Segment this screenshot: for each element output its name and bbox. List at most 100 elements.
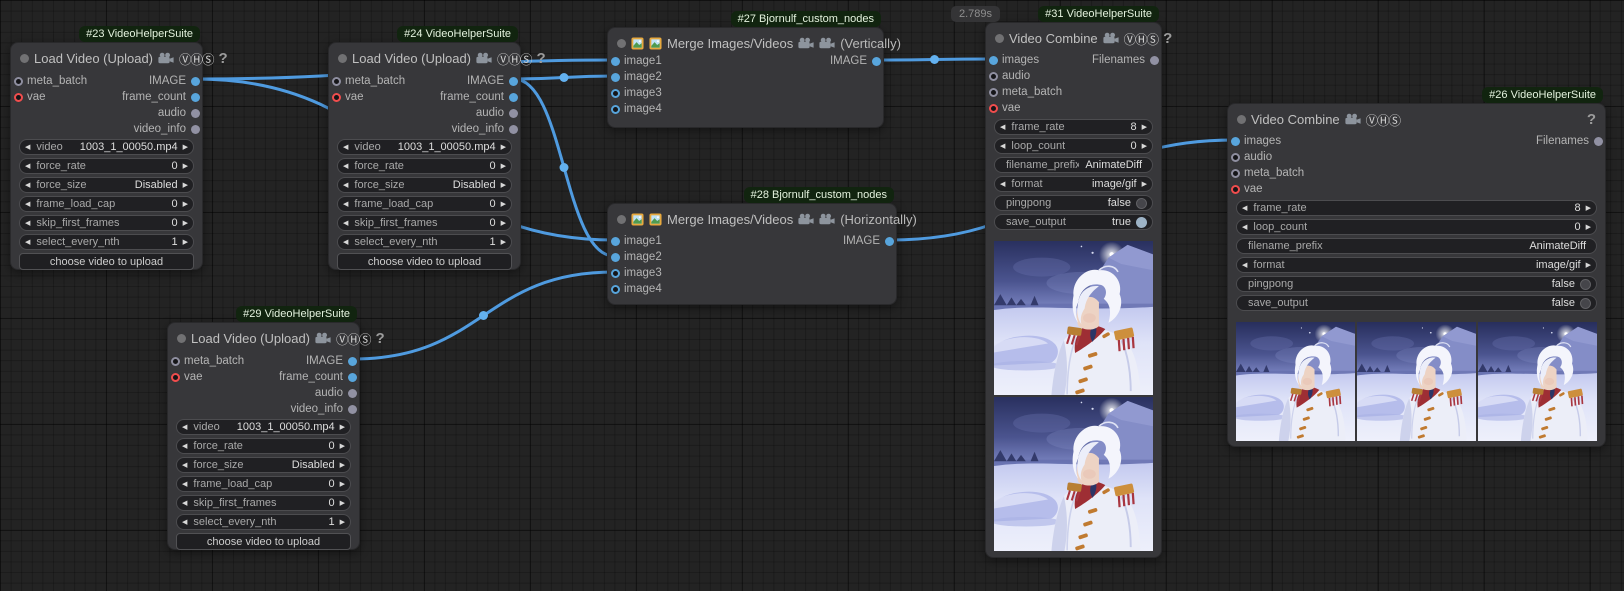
combo-left-arrow-icon[interactable]: ◀ bbox=[182, 519, 187, 526]
graph-canvas[interactable]: #23 VideoHelperSuiteLoad Video (Upload)Ⓥ… bbox=[0, 0, 1624, 591]
link-midpoint-dot[interactable] bbox=[479, 311, 488, 320]
combo-left-arrow-icon[interactable]: ◀ bbox=[343, 220, 348, 227]
filename_prefix-widget[interactable]: filename_prefixAnimateDiff bbox=[1236, 238, 1597, 254]
input-port-vae[interactable] bbox=[14, 93, 23, 102]
link-midpoint-dot[interactable] bbox=[930, 55, 939, 64]
help-icon[interactable]: ? bbox=[219, 50, 228, 67]
output-port-IMAGE[interactable] bbox=[191, 77, 200, 86]
combo-left-arrow-icon[interactable]: ◀ bbox=[343, 201, 348, 208]
node-title-bar[interactable]: Video CombineⓋⒽⓈ? bbox=[986, 23, 1161, 53]
input-port-meta_batch[interactable] bbox=[1231, 169, 1240, 178]
select_every_nth-widget[interactable]: ◀select_every_nth1▶ bbox=[19, 234, 194, 250]
node-title-bar[interactable]: Load Video (Upload)ⓋⒽⓈ? bbox=[329, 43, 520, 73]
frame_load_cap-widget[interactable]: ◀frame_load_cap0▶ bbox=[337, 196, 512, 212]
combo-left-arrow-icon[interactable]: ◀ bbox=[343, 163, 348, 170]
video-widget[interactable]: ◀video1003_1_00050.mp4▶ bbox=[176, 419, 351, 435]
output-port-audio[interactable] bbox=[191, 109, 200, 118]
node-title-bar[interactable]: Video CombineⓋⒽⓈ? bbox=[1228, 104, 1605, 134]
node-26[interactable]: #26 VideoHelperSuiteVideo CombineⓋⒽⓈ?ima… bbox=[1227, 103, 1606, 447]
output-port-audio[interactable] bbox=[509, 109, 518, 118]
combo-left-arrow-icon[interactable]: ◀ bbox=[25, 239, 30, 246]
input-port-image3[interactable] bbox=[611, 269, 620, 278]
combo-right-arrow-icon[interactable]: ▶ bbox=[1142, 143, 1147, 150]
combo-right-arrow-icon[interactable]: ▶ bbox=[1586, 262, 1591, 269]
collapse-toggle[interactable] bbox=[617, 215, 626, 224]
combo-left-arrow-icon[interactable]: ◀ bbox=[1242, 224, 1247, 231]
input-port-meta_batch[interactable] bbox=[14, 77, 23, 86]
input-port-images[interactable] bbox=[1231, 137, 1240, 146]
help-icon[interactable]: ? bbox=[1587, 111, 1596, 128]
combo-left-arrow-icon[interactable]: ◀ bbox=[343, 144, 348, 151]
pingpong-widget[interactable]: pingpongfalse bbox=[994, 195, 1153, 211]
force_rate-widget[interactable]: ◀force_rate0▶ bbox=[337, 158, 512, 174]
frame_rate-widget[interactable]: ◀frame_rate8▶ bbox=[1236, 200, 1597, 216]
combo-right-arrow-icon[interactable]: ▶ bbox=[340, 481, 345, 488]
input-port-meta_batch[interactable] bbox=[332, 77, 341, 86]
input-port-image2[interactable] bbox=[611, 253, 620, 262]
output-port-video_info[interactable] bbox=[191, 125, 200, 134]
node-23[interactable]: #23 VideoHelperSuiteLoad Video (Upload)Ⓥ… bbox=[10, 42, 203, 270]
input-port-image1[interactable] bbox=[611, 57, 620, 66]
combo-left-arrow-icon[interactable]: ◀ bbox=[182, 481, 187, 488]
save_output-widget[interactable]: save_outputtrue bbox=[994, 214, 1153, 230]
combo-right-arrow-icon[interactable]: ▶ bbox=[340, 462, 345, 469]
input-port-audio[interactable] bbox=[1231, 153, 1240, 162]
video-widget[interactable]: ◀video1003_1_00050.mp4▶ bbox=[337, 139, 512, 155]
input-port-audio[interactable] bbox=[989, 72, 998, 81]
collapse-toggle[interactable] bbox=[20, 54, 29, 63]
combo-right-arrow-icon[interactable]: ▶ bbox=[501, 239, 506, 246]
output-port-IMAGE[interactable] bbox=[872, 57, 881, 66]
combo-left-arrow-icon[interactable]: ◀ bbox=[343, 182, 348, 189]
combo-left-arrow-icon[interactable]: ◀ bbox=[25, 220, 30, 227]
input-port-image3[interactable] bbox=[611, 89, 620, 98]
node-28[interactable]: #28 Bjornulf_custom_nodesMerge Images/Vi… bbox=[607, 203, 897, 305]
combo-right-arrow-icon[interactable]: ▶ bbox=[501, 163, 506, 170]
combo-left-arrow-icon[interactable]: ◀ bbox=[25, 201, 30, 208]
combo-left-arrow-icon[interactable]: ◀ bbox=[25, 182, 30, 189]
combo-right-arrow-icon[interactable]: ▶ bbox=[183, 220, 188, 227]
combo-right-arrow-icon[interactable]: ▶ bbox=[340, 500, 345, 507]
combo-right-arrow-icon[interactable]: ▶ bbox=[501, 201, 506, 208]
input-port-image1[interactable] bbox=[611, 237, 620, 246]
input-port-vae[interactable] bbox=[332, 93, 341, 102]
input-port-image4[interactable] bbox=[611, 285, 620, 294]
combo-left-arrow-icon[interactable]: ◀ bbox=[182, 462, 187, 469]
collapse-toggle[interactable] bbox=[617, 39, 626, 48]
combo-left-arrow-icon[interactable]: ◀ bbox=[182, 500, 187, 507]
node-title-bar[interactable]: Merge Images/Videos(Horizontally) bbox=[608, 204, 896, 234]
output-port-video_info[interactable] bbox=[509, 125, 518, 134]
combo-left-arrow-icon[interactable]: ◀ bbox=[1000, 124, 1005, 131]
toggle-knob[interactable] bbox=[1580, 298, 1591, 309]
input-port-vae[interactable] bbox=[171, 373, 180, 382]
force_size-widget[interactable]: ◀force_sizeDisabled▶ bbox=[176, 457, 351, 473]
force_rate-widget[interactable]: ◀force_rate0▶ bbox=[19, 158, 194, 174]
select_every_nth-widget[interactable]: ◀select_every_nth1▶ bbox=[337, 234, 512, 250]
input-port-image4[interactable] bbox=[611, 105, 620, 114]
output-port-audio[interactable] bbox=[348, 389, 357, 398]
force_size-widget[interactable]: ◀force_sizeDisabled▶ bbox=[337, 177, 512, 193]
output-port-video_info[interactable] bbox=[348, 405, 357, 414]
input-port-vae[interactable] bbox=[1231, 185, 1240, 194]
combo-right-arrow-icon[interactable]: ▶ bbox=[501, 144, 506, 151]
combo-left-arrow-icon[interactable]: ◀ bbox=[25, 163, 30, 170]
node-title-bar[interactable]: Load Video (Upload)ⓋⒽⓈ? bbox=[11, 43, 202, 73]
output-port-Filenames[interactable] bbox=[1594, 137, 1603, 146]
combo-left-arrow-icon[interactable]: ◀ bbox=[1000, 143, 1005, 150]
toggle-knob[interactable] bbox=[1136, 198, 1147, 209]
input-port-meta_batch[interactable] bbox=[989, 88, 998, 97]
input-port-meta_batch[interactable] bbox=[171, 357, 180, 366]
choose-video-to-upload-button[interactable]: choose video to upload bbox=[337, 253, 512, 270]
output-port-Filenames[interactable] bbox=[1150, 56, 1159, 65]
force_rate-widget[interactable]: ◀force_rate0▶ bbox=[176, 438, 351, 454]
combo-right-arrow-icon[interactable]: ▶ bbox=[183, 144, 188, 151]
combo-left-arrow-icon[interactable]: ◀ bbox=[182, 424, 187, 431]
combo-right-arrow-icon[interactable]: ▶ bbox=[340, 424, 345, 431]
save_output-widget[interactable]: save_outputfalse bbox=[1236, 295, 1597, 311]
input-port-image2[interactable] bbox=[611, 73, 620, 82]
combo-left-arrow-icon[interactable]: ◀ bbox=[1242, 262, 1247, 269]
output-port-frame_count[interactable] bbox=[509, 93, 518, 102]
frame_rate-widget[interactable]: ◀frame_rate8▶ bbox=[994, 119, 1153, 135]
skip_first_frames-widget[interactable]: ◀skip_first_frames0▶ bbox=[337, 215, 512, 231]
choose-video-to-upload-button[interactable]: choose video to upload bbox=[176, 533, 351, 550]
combo-left-arrow-icon[interactable]: ◀ bbox=[1242, 205, 1247, 212]
